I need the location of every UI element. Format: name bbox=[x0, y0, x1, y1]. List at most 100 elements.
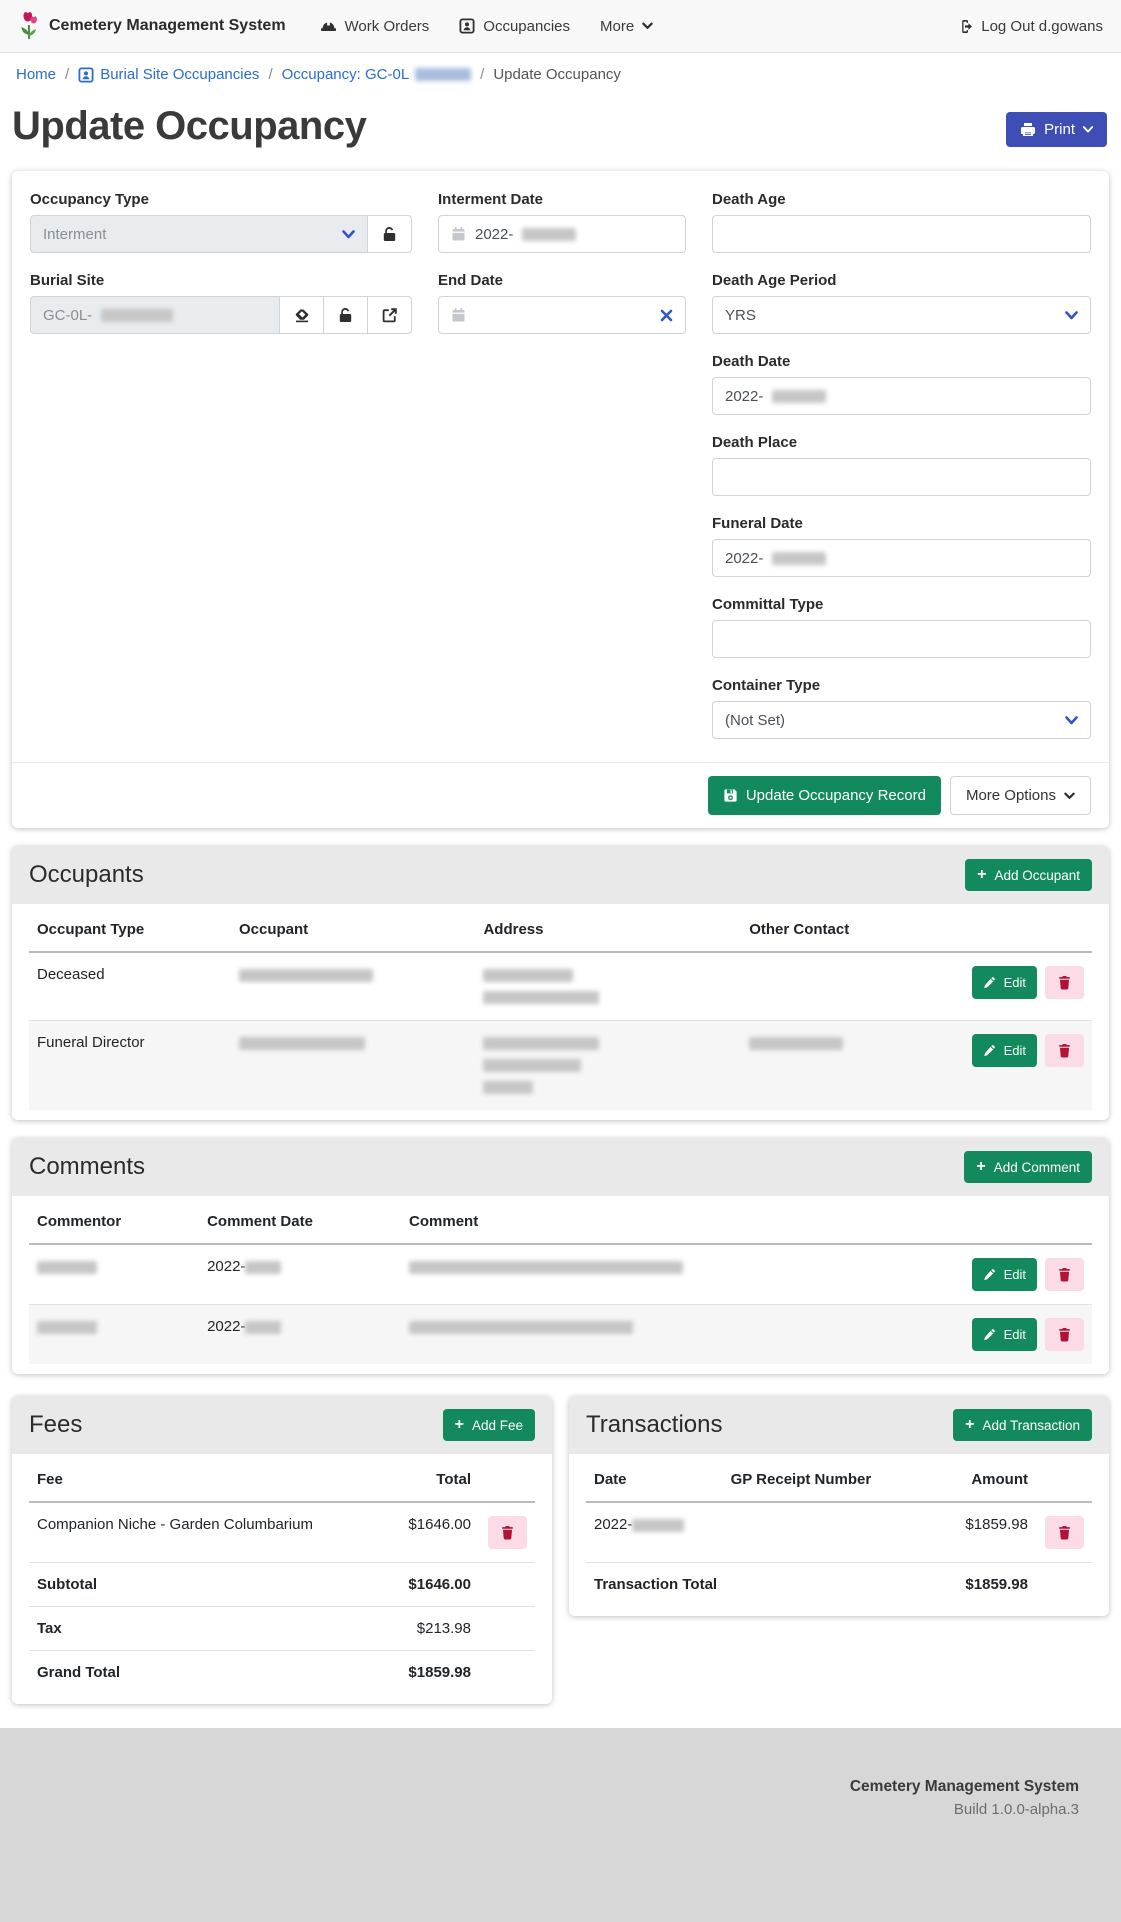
calendar-icon bbox=[451, 307, 466, 323]
redacted-text bbox=[772, 390, 826, 403]
comment-date-cell: 2022- bbox=[199, 1244, 401, 1305]
page-footer: Cemetery Management System Build 1.0.0-a… bbox=[0, 1728, 1121, 1922]
logout-link[interactable]: Log Out d.gowans bbox=[957, 18, 1103, 35]
nav-work-orders[interactable]: Work Orders bbox=[320, 18, 430, 35]
redacted-text bbox=[245, 1261, 281, 1274]
nav-occupancies[interactable]: Occupancies bbox=[459, 18, 570, 35]
death-age-field: Death Age bbox=[712, 191, 1091, 253]
occupants-header-address: Address bbox=[475, 908, 741, 952]
nav-more[interactable]: More bbox=[600, 18, 653, 35]
fee-total-value: $1646.00 bbox=[358, 1563, 479, 1607]
add-comment-button[interactable]: + Add Comment bbox=[964, 1151, 1092, 1183]
fees-header-fee: Fee bbox=[29, 1458, 358, 1502]
fee-total-cell: $1646.00 bbox=[358, 1502, 479, 1563]
breadcrumb-occupancy[interactable]: Occupancy: GC-0L bbox=[282, 66, 472, 83]
redacted-text bbox=[483, 969, 573, 982]
redacted-text bbox=[101, 309, 173, 322]
calendar-icon bbox=[451, 226, 466, 242]
committal-type-label: Committal Type bbox=[712, 596, 1091, 613]
delete-button[interactable] bbox=[1045, 1258, 1084, 1291]
occupancy-type-select[interactable]: Interment bbox=[30, 215, 368, 253]
brand-link[interactable]: Cemetery Management System bbox=[18, 11, 286, 41]
death-age-period-select[interactable]: YRS bbox=[712, 296, 1091, 334]
occupants-header-occupant: Occupant bbox=[231, 908, 475, 952]
print-button[interactable]: Print bbox=[1006, 112, 1107, 147]
death-date-input[interactable]: 2022- bbox=[712, 377, 1091, 415]
interment-date-input[interactable]: 2022- bbox=[438, 215, 686, 253]
logout-icon bbox=[957, 19, 973, 34]
breadcrumb-home[interactable]: Home bbox=[16, 66, 56, 83]
death-place-field: Death Place bbox=[712, 434, 1091, 496]
funeral-date-value: 2022- bbox=[725, 550, 763, 567]
redacted-text bbox=[483, 1059, 581, 1072]
trash-icon bbox=[1058, 1525, 1071, 1540]
transaction-row: 2022- $1859.98 bbox=[586, 1502, 1092, 1563]
save-icon bbox=[723, 788, 738, 803]
container-type-value: (Not Set) bbox=[725, 712, 785, 729]
edit-button[interactable]: Edit bbox=[972, 1034, 1037, 1067]
breadcrumb-occupancy-label: Occupancy: GC-0L bbox=[282, 66, 410, 83]
footer-app-name: Cemetery Management System bbox=[42, 1778, 1079, 1796]
plus-icon: + bbox=[976, 1159, 985, 1175]
plus-icon: + bbox=[965, 1417, 974, 1433]
add-transaction-button[interactable]: + Add Transaction bbox=[953, 1409, 1092, 1441]
nav-more-label: More bbox=[600, 18, 634, 35]
unlock-icon bbox=[382, 226, 397, 242]
redacted-text bbox=[483, 1081, 533, 1094]
fees-section: Fees + Add Fee Fee Total Companion Niche… bbox=[12, 1396, 552, 1704]
more-options-button[interactable]: More Options bbox=[950, 776, 1091, 815]
funeral-date-input[interactable]: 2022- bbox=[712, 539, 1091, 577]
transactions-table: Date GP Receipt Number Amount 2022- $185… bbox=[586, 1458, 1092, 1606]
fee-total-value: $1859.98 bbox=[358, 1651, 479, 1695]
update-occupancy-record-button[interactable]: Update Occupancy Record bbox=[708, 776, 941, 815]
breadcrumb-home-label: Home bbox=[16, 66, 56, 83]
transaction-receipt-cell bbox=[723, 1502, 925, 1563]
hard-hat-icon bbox=[320, 19, 337, 34]
death-age-label: Death Age bbox=[712, 191, 1091, 208]
comment-row: 2022- Edit bbox=[29, 1305, 1092, 1365]
occupant-row: Funeral Director Edit bbox=[29, 1021, 1092, 1111]
add-comment-label: Add Comment bbox=[994, 1160, 1080, 1175]
occupancy-type-unlock-button[interactable] bbox=[368, 215, 412, 253]
add-occupant-button[interactable]: + Add Occupant bbox=[965, 859, 1092, 891]
edit-button[interactable]: Edit bbox=[972, 966, 1037, 999]
committal-type-input[interactable] bbox=[712, 620, 1091, 658]
add-fee-button[interactable]: + Add Fee bbox=[443, 1409, 535, 1441]
delete-button[interactable] bbox=[1045, 1516, 1084, 1549]
container-type-select[interactable]: (Not Set) bbox=[712, 701, 1091, 739]
edit-button[interactable]: Edit bbox=[972, 1318, 1037, 1351]
occupants-section: Occupants + Add Occupant Occupant Type O… bbox=[12, 846, 1109, 1120]
occupant-contact-cell bbox=[741, 1021, 932, 1111]
end-date-input[interactable] bbox=[438, 296, 686, 334]
occupants-header-other-contact: Other Contact bbox=[741, 908, 932, 952]
funeral-date-field: Funeral Date 2022- bbox=[712, 515, 1091, 577]
delete-button[interactable] bbox=[1045, 1034, 1084, 1067]
death-place-input[interactable] bbox=[712, 458, 1091, 496]
occupancy-badge-icon bbox=[78, 67, 94, 83]
logo-tulip-icon bbox=[18, 11, 40, 41]
occupancy-badge-icon bbox=[459, 18, 475, 34]
footer-build-version: Build 1.0.0-alpha.3 bbox=[42, 1801, 1079, 1818]
death-date-value: 2022- bbox=[725, 388, 763, 405]
delete-button[interactable] bbox=[488, 1516, 527, 1549]
death-date-field: Death Date 2022- bbox=[712, 353, 1091, 415]
death-age-input[interactable] bbox=[712, 215, 1091, 253]
pencil-icon bbox=[983, 1044, 996, 1057]
burial-site-open-link-button[interactable] bbox=[368, 296, 412, 334]
burial-site-clear-button[interactable] bbox=[280, 296, 324, 334]
occupant-name-cell bbox=[231, 952, 475, 1021]
page-title: Update Occupancy bbox=[12, 104, 366, 149]
burial-site-input[interactable]: GC-0L- bbox=[30, 296, 280, 334]
delete-button[interactable] bbox=[1045, 966, 1084, 999]
breadcrumb-burial-site-occupancies[interactable]: Burial Site Occupancies bbox=[78, 66, 259, 83]
burial-site-unlock-button[interactable] bbox=[324, 296, 368, 334]
delete-button[interactable] bbox=[1045, 1318, 1084, 1351]
breadcrumb-separator: / bbox=[268, 66, 272, 83]
edit-button[interactable]: Edit bbox=[972, 1258, 1037, 1291]
occupant-contact-cell bbox=[741, 952, 932, 1021]
clear-x-icon[interactable] bbox=[660, 309, 673, 322]
chevron-down-icon bbox=[1064, 792, 1075, 800]
comment-row: 2022- Edit bbox=[29, 1244, 1092, 1305]
fees-header-total: Total bbox=[358, 1458, 479, 1502]
add-transaction-label: Add Transaction bbox=[982, 1418, 1080, 1433]
